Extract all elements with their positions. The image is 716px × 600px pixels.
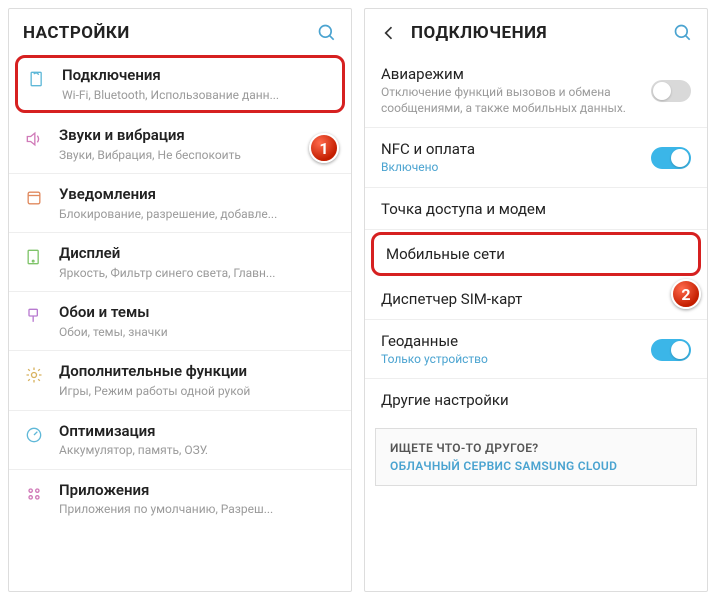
item-title: Диспетчер SIM-карт xyxy=(381,290,691,308)
item-sub: Блокирование, разрешение, добавле... xyxy=(59,207,337,223)
item-title: Авиарежим xyxy=(381,65,651,83)
item-sub: Яркость, Фильтр синего света, Главн... xyxy=(59,266,337,282)
settings-item-notifications[interactable]: Уведомления Блокирование, разрешение, до… xyxy=(9,174,351,233)
wallpaper-icon xyxy=(23,305,45,327)
settings-list: Подключения Wi-Fi, Bluetooth, Использова… xyxy=(9,53,351,528)
item-title: Приложения xyxy=(59,481,337,501)
item-sim-manager[interactable]: Диспетчер SIM-карт xyxy=(365,278,707,320)
item-title: Дополнительные функции xyxy=(59,362,337,382)
item-sub: Звуки, Вибрация, Не беспокоить xyxy=(59,148,337,164)
settings-item-display[interactable]: Дисплей Яркость, Фильтр синего света, Гл… xyxy=(9,233,351,292)
item-title: Геоданные xyxy=(381,332,651,350)
search-icon[interactable] xyxy=(317,23,337,43)
item-title: Оптимизация xyxy=(59,422,337,442)
location-toggle[interactable] xyxy=(651,339,691,361)
page-title: НАСТРОЙКИ xyxy=(23,23,305,43)
settings-item-advanced[interactable]: Дополнительные функции Игры, Режим работ… xyxy=(9,351,351,410)
item-other-settings[interactable]: Другие настройки xyxy=(365,379,707,420)
optimization-icon xyxy=(23,424,45,446)
item-title: Мобильные сети xyxy=(386,245,686,263)
item-sub: Аккумулятор, память, ОЗУ. xyxy=(59,443,337,459)
back-icon[interactable] xyxy=(379,23,399,43)
item-location[interactable]: Геоданные Только устройство xyxy=(365,320,707,380)
item-nfc[interactable]: NFC и оплата Включено xyxy=(365,128,707,188)
item-sub: Обои, темы, значки xyxy=(59,325,337,341)
nfc-toggle[interactable] xyxy=(651,147,691,169)
item-title: Обои и темы xyxy=(59,303,337,323)
connections-screen: ПОДКЛЮЧЕНИЯ Авиарежим Отключение функций… xyxy=(364,8,708,592)
advanced-icon xyxy=(23,364,45,386)
display-icon xyxy=(23,246,45,268)
footer-link[interactable]: ОБЛАЧНЫЙ СЕРВИС SAMSUNG CLOUD xyxy=(390,459,682,473)
airplane-toggle[interactable] xyxy=(651,80,691,102)
step-badge-1: 1 xyxy=(309,133,339,163)
apps-icon xyxy=(23,483,45,505)
settings-item-sounds[interactable]: Звуки и вибрация Звуки, Вибрация, Не бес… xyxy=(9,115,351,174)
item-sub: Приложения по умолчанию, Разреш... xyxy=(59,502,337,518)
item-sub: Включено xyxy=(381,160,651,176)
item-title: Подключения xyxy=(62,66,334,86)
header: НАСТРОЙКИ xyxy=(9,9,351,53)
item-title: Точка доступа и модем xyxy=(381,200,691,218)
settings-item-wallpaper[interactable]: Обои и темы Обои, темы, значки xyxy=(9,292,351,351)
item-title: Звуки и вибрация xyxy=(59,126,337,146)
item-title: Другие настройки xyxy=(381,391,691,409)
footer-title: ИЩЕТЕ ЧТО-ТО ДРУГОЕ? xyxy=(390,441,682,455)
settings-screen: НАСТРОЙКИ Подключения Wi-Fi, Bluetooth, … xyxy=(8,8,352,592)
item-sub: Только устройство xyxy=(381,352,651,368)
settings-item-optimization[interactable]: Оптимизация Аккумулятор, память, ОЗУ. xyxy=(9,411,351,470)
sound-icon xyxy=(23,128,45,150)
connections-list: Авиарежим Отключение функций вызовов и о… xyxy=(365,53,707,420)
highlight-mobile-networks: Мобильные сети xyxy=(371,232,701,276)
item-airplane-mode[interactable]: Авиарежим Отключение функций вызовов и о… xyxy=(365,53,707,128)
header: ПОДКЛЮЧЕНИЯ xyxy=(365,9,707,53)
notifications-icon xyxy=(23,187,45,209)
item-sub: Отключение функций вызовов и обмена сооб… xyxy=(381,85,651,116)
item-sub: Игры, Режим работы одной рукой xyxy=(59,384,337,400)
search-icon[interactable] xyxy=(673,23,693,43)
item-title: Дисплей xyxy=(59,244,337,264)
settings-item-connections[interactable]: Подключения Wi-Fi, Bluetooth, Использова… xyxy=(15,55,345,113)
item-hotspot[interactable]: Точка доступа и модем xyxy=(365,188,707,230)
item-title: NFC и оплата xyxy=(381,140,651,158)
step-badge-2: 2 xyxy=(671,279,701,309)
item-mobile-networks[interactable]: Мобильные сети xyxy=(374,235,698,273)
item-title: Уведомления xyxy=(59,185,337,205)
connections-icon xyxy=(26,68,48,90)
footer-suggestion: ИЩЕТЕ ЧТО-ТО ДРУГОЕ? ОБЛАЧНЫЙ СЕРВИС SAM… xyxy=(375,428,697,486)
settings-item-apps[interactable]: Приложения Приложения по умолчанию, Разр… xyxy=(9,470,351,528)
page-title: ПОДКЛЮЧЕНИЯ xyxy=(411,23,661,43)
item-sub: Wi-Fi, Bluetooth, Использование данн... xyxy=(62,88,334,104)
